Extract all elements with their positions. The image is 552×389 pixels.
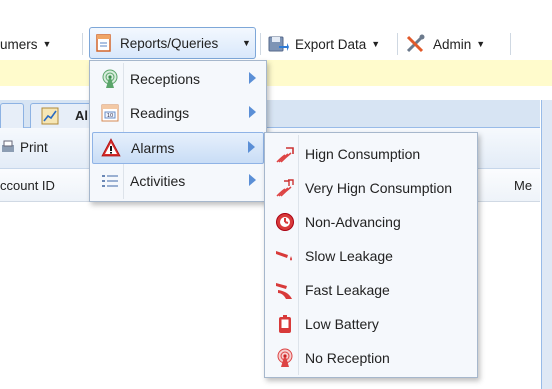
menu-item-label: No Reception (305, 350, 390, 366)
menu-item-fast-leakage[interactable]: Fast Leakage (267, 275, 475, 305)
menu-reports-label: Reports/Queries (120, 35, 219, 51)
menu-item-no-reception[interactable]: No Reception (267, 343, 475, 373)
menu-item-label: Activities (130, 173, 186, 189)
menu-item-non-advancing[interactable]: Non-Advancing (267, 207, 475, 237)
separator (397, 33, 398, 55)
report-icon (96, 34, 111, 52)
fast-leak-icon (276, 283, 292, 299)
notification-bar (0, 60, 552, 86)
separator (510, 33, 511, 55)
meter-icon: 10 (101, 104, 119, 122)
menu-item-label: Fast Leakage (305, 282, 390, 298)
menu-consumers[interactable]: umers ▼ (0, 29, 51, 59)
chevron-down-icon: ▼ (476, 39, 486, 49)
menu-export-label: Export Data (295, 36, 367, 52)
list-icon (102, 175, 118, 187)
menu-item-low-battery[interactable]: Low Battery (267, 309, 475, 339)
menu-item-activities[interactable]: Activities (92, 166, 264, 196)
menu-item-label: Non-Advancing (305, 214, 401, 230)
svg-text:10: 10 (107, 113, 113, 119)
export-icon (268, 36, 289, 52)
right-panel (541, 100, 552, 389)
stop-icon (276, 213, 294, 231)
menu-export-data[interactable]: Export Data ▼ (267, 29, 380, 59)
menu-item-label: Low Battery (305, 316, 379, 332)
submenu-arrow-icon (248, 141, 255, 153)
menu-reports-queries[interactable]: Reports/Queries ▼ (89, 27, 256, 59)
menu-item-high-consumption[interactable]: Hign Consumption (267, 139, 475, 169)
print-button[interactable]: Print (0, 139, 48, 155)
battery-icon (279, 315, 291, 333)
tab-previous[interactable] (0, 103, 24, 128)
menu-item-label: Alarms (131, 140, 175, 156)
submenu-arrow-icon (249, 72, 256, 84)
submenu-arrow-icon (249, 174, 256, 186)
separator (82, 33, 83, 55)
menu-item-label: Slow Leakage (305, 248, 393, 264)
antenna-icon (102, 69, 118, 88)
chevron-down-icon: ▼ (42, 39, 52, 49)
print-label: Print (20, 139, 48, 155)
very-high-consumption-icon (276, 179, 294, 197)
menu-item-label: Hign Consumption (305, 146, 421, 162)
menu-admin-label: Admin (433, 36, 472, 52)
menu-item-receptions[interactable]: Receptions (92, 64, 264, 94)
menu-item-label: Very Hign Consumption (305, 180, 453, 196)
column-account-id[interactable]: ccount ID (0, 178, 55, 193)
menu-item-readings[interactable]: 10 Readings (92, 98, 264, 128)
menu-item-slow-leakage[interactable]: Slow Leakage (267, 241, 475, 271)
chevron-down-icon: ▼ (371, 39, 381, 49)
slow-leak-icon (276, 251, 292, 261)
chart-icon (41, 107, 59, 125)
separator (260, 33, 261, 55)
printer-icon (2, 140, 14, 152)
menu-item-label: Readings (130, 105, 190, 121)
menu-item-alarms[interactable]: Alarms (92, 132, 264, 164)
chevron-down-icon: ▼ (242, 38, 251, 48)
reports-dropdown: Receptions 10 Readings Alarms Activities (89, 60, 267, 202)
submenu-arrow-icon (249, 106, 256, 118)
alarms-submenu: Hign Consumption Very Hign Consumption N… (264, 132, 478, 378)
high-consumption-icon (276, 147, 294, 163)
menu-item-very-high-consumption[interactable]: Very Hign Consumption (267, 173, 475, 203)
menu-consumers-label: umers (0, 36, 38, 52)
menu-admin[interactable]: Admin ▼ (405, 29, 485, 59)
menu-item-label: Receptions (130, 71, 201, 87)
warning-icon (101, 138, 121, 157)
no-reception-icon (277, 348, 293, 367)
tab-label: Al (75, 108, 88, 123)
tools-icon (406, 34, 425, 53)
column-meter[interactable]: Me (514, 178, 532, 193)
